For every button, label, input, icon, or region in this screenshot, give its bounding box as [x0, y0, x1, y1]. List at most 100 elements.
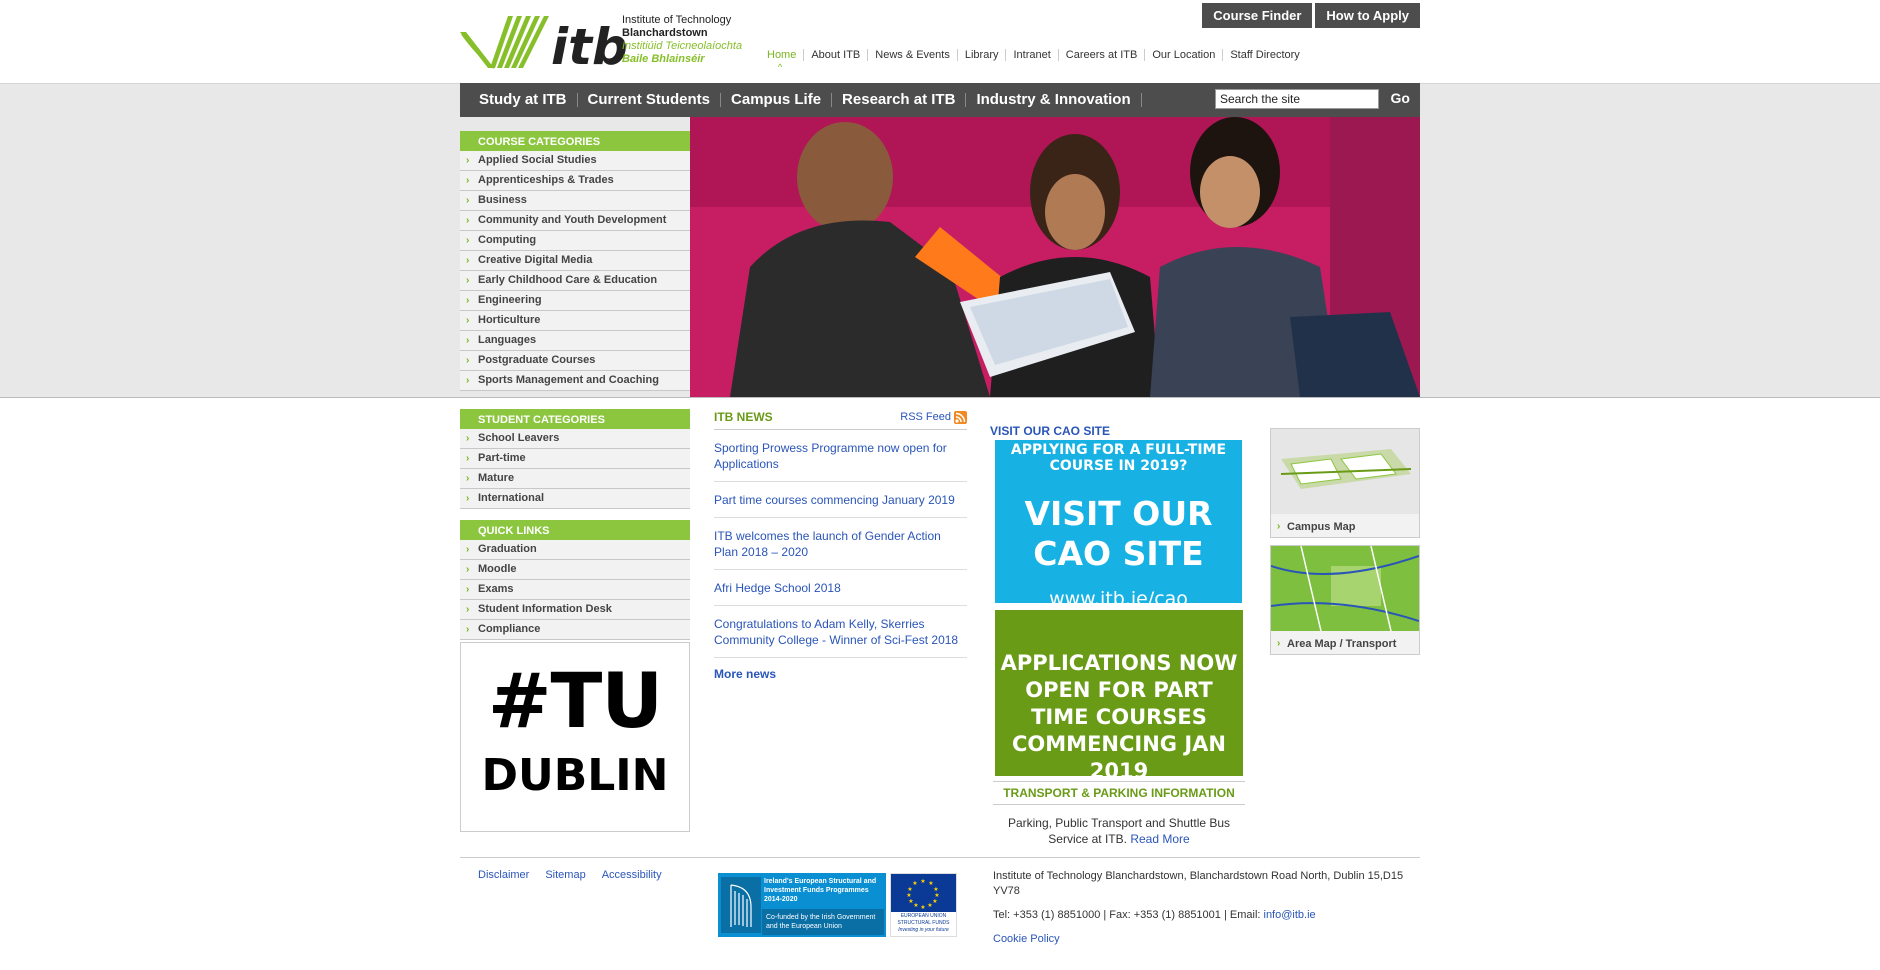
nav-campus-life[interactable]: Campus Life [721, 92, 833, 107]
footer-email-link[interactable]: info@itb.ie [1264, 909, 1316, 921]
course-category-label: Languages [478, 334, 537, 346]
eu-structural-funds-logo: ★ ★ ★ ★ ★ ★ ★ ★ ★ ★ ★ ★ EUROPEAN UNION STRUCTURA… [890, 873, 957, 937]
course-category-item[interactable]: › Early Childhood Care & Education [460, 271, 690, 291]
course-category-item[interactable]: › Business [460, 191, 690, 211]
news-item[interactable]: Afri Hedge School 2018 [714, 570, 967, 606]
logo-line-2: Blanchardstown [622, 27, 708, 39]
course-finder-button[interactable]: Course Finder [1202, 3, 1313, 28]
course-category-item[interactable]: › Engineering [460, 291, 690, 311]
search-input[interactable] [1215, 89, 1379, 109]
footer-disclaimer-link[interactable]: Disclaimer [478, 869, 529, 881]
logo-line-4: Baile Bhlainséir [622, 53, 705, 65]
student-category-label: International [478, 492, 545, 504]
footer-address-block: Institute of Technology Blanchardstown, … [993, 869, 1423, 947]
campus-map-label: › Campus Map [1271, 517, 1419, 537]
tu-dublin-banner[interactable]: #TU DUBLIN [460, 642, 690, 832]
search-go-button[interactable]: Go [1391, 90, 1410, 106]
course-category-item[interactable]: › Sports Management and Coaching [460, 371, 690, 391]
student-categories-title: STUDENT CATEGORIES [460, 409, 690, 429]
course-category-label: Early Childhood Care & Education [478, 274, 658, 286]
utility-nav-library[interactable]: Library [958, 49, 1007, 61]
rss-feed-link[interactable]: RSS Feed [900, 410, 967, 424]
area-map-text: Area Map / Transport [1287, 638, 1397, 650]
cao-section: VISIT OUR CAO SITE APPLYING FOR A FULL-T… [990, 422, 1245, 846]
utility-nav-careers[interactable]: Careers at ITB [1059, 49, 1146, 61]
nav-current-students[interactable]: Current Students [578, 92, 722, 107]
how-to-apply-button[interactable]: How to Apply [1315, 3, 1420, 28]
site-header: itb Institute of Technology Blanchardsto… [460, 0, 1420, 83]
esf-logos: Ireland's European Structural and Invest… [718, 873, 958, 937]
nav-study-at-itb[interactable]: Study at ITB [460, 92, 578, 107]
news-item[interactable]: ITB welcomes the launch of Gender Action… [714, 518, 967, 570]
quick-link-label: Moodle [478, 563, 517, 575]
cookie-policy-link[interactable]: Cookie Policy [993, 933, 1060, 945]
course-category-item[interactable]: › Apprenticeships & Trades [460, 171, 690, 191]
chevron-right-icon: › [466, 544, 470, 555]
chevron-right-icon: › [466, 624, 470, 635]
course-categories-menu: COURSE CATEGORIES › Applied Social Studie… [460, 131, 690, 391]
cao-title-link[interactable]: VISIT OUR CAO SITE [990, 422, 1245, 440]
news-item[interactable]: Sporting Prowess Programme now open for … [714, 430, 967, 482]
area-map-box[interactable]: › Area Map / Transport [1270, 545, 1420, 655]
course-category-label: Engineering [478, 294, 542, 306]
chevron-right-icon: › [466, 453, 470, 464]
transport-title: TRANSPORT & PARKING INFORMATION [993, 781, 1245, 805]
student-category-item[interactable]: › Mature [460, 469, 690, 489]
main-nav: Study at ITB Current Students Campus Lif… [460, 83, 1420, 117]
footer-contact: Tel: +353 (1) 8851000 | Fax: +353 (1) 88… [993, 908, 1423, 923]
eu-flag-icon: ★ ★★ ★★★ ★★★ ★★★ [891, 874, 956, 912]
utility-nav-location[interactable]: Our Location [1145, 49, 1224, 61]
svg-text:★: ★ [907, 886, 912, 893]
student-category-item[interactable]: › International [460, 489, 690, 509]
utility-nav-news-events[interactable]: News & Events [868, 49, 958, 61]
footer-sitemap-link[interactable]: Sitemap [545, 869, 585, 881]
utility-nav-intranet[interactable]: Intranet [1006, 49, 1059, 61]
logo-text: Institute of Technology Blanchardstown I… [622, 14, 742, 66]
transport-read-more-link[interactable]: Read More [1130, 832, 1189, 846]
quick-link-item[interactable]: › Moodle [460, 560, 690, 580]
chevron-right-icon: › [1277, 638, 1281, 649]
course-category-item[interactable]: › Computing [460, 231, 690, 251]
svg-text:itb: itb [551, 18, 628, 70]
part-time-banner[interactable]: APPLICATIONS NOW OPEN FOR PART TIME COUR… [995, 610, 1243, 783]
more-news-link[interactable]: More news [714, 658, 967, 681]
course-category-item[interactable]: › Postgraduate Courses [460, 351, 690, 371]
utility-nav-staff-directory[interactable]: Staff Directory [1223, 49, 1307, 61]
hero-students-image[interactable] [690, 117, 1420, 397]
quick-link-item[interactable]: › Exams [460, 580, 690, 600]
course-category-label: Apprenticeships & Trades [478, 174, 614, 186]
nav-research[interactable]: Research at ITB [832, 92, 967, 107]
cao-banner[interactable]: APPLYING FOR A FULL-TIME COURSE IN 2019?… [995, 440, 1242, 610]
utility-nav-about[interactable]: About ITB [804, 49, 869, 61]
utility-nav: Home About ITB News & Events Library Int… [767, 49, 1307, 61]
nav-industry-innovation[interactable]: Industry & Innovation [966, 92, 1142, 107]
quick-link-item[interactable]: › Graduation [460, 540, 690, 560]
student-category-item[interactable]: › Part-time [460, 449, 690, 469]
chevron-right-icon: › [466, 175, 470, 186]
harp-icon [721, 877, 761, 933]
quick-links-menu: QUICK LINKS › Graduation › Moodle › Exams ›… [460, 520, 690, 640]
chevron-right-icon: › [466, 433, 470, 444]
course-category-item[interactable]: › Community and Youth Development [460, 211, 690, 231]
utility-nav-home[interactable]: Home [767, 49, 805, 61]
course-category-label: Business [478, 194, 527, 206]
quick-link-item[interactable]: › Student Information Desk [460, 600, 690, 620]
chevron-right-icon: › [466, 473, 470, 484]
chevron-right-icon: › [466, 195, 470, 206]
chevron-right-icon: › [466, 235, 470, 246]
chevron-right-icon: › [466, 215, 470, 226]
svg-text:★: ★ [908, 898, 913, 905]
course-category-item[interactable]: › Applied Social Studies [460, 151, 690, 171]
news-item[interactable]: Part time courses commencing January 201… [714, 482, 967, 518]
course-category-label: Sports Management and Coaching [478, 374, 659, 386]
course-category-item[interactable]: › Creative Digital Media [460, 251, 690, 271]
campus-map-box[interactable]: › Campus Map [1270, 428, 1420, 538]
area-map-label: › Area Map / Transport [1271, 634, 1419, 654]
footer-accessibility-link[interactable]: Accessibility [602, 869, 662, 881]
course-category-item[interactable]: › Languages [460, 331, 690, 351]
quick-link-item[interactable]: › Compliance [460, 620, 690, 640]
news-item[interactable]: Congratulations to Adam Kelly, Skerries … [714, 606, 967, 658]
student-category-item[interactable]: › School Leavers [460, 429, 690, 449]
footer-links: Disclaimer Sitemap Accessibility [478, 869, 662, 881]
course-category-item[interactable]: › Horticulture [460, 311, 690, 331]
